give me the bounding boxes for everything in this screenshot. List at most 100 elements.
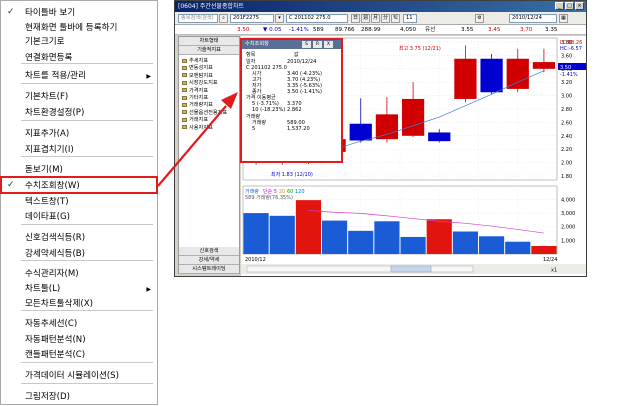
menu-item-23[interactable]: 그림저장(D) — [25, 392, 70, 402]
menu-item-5[interactable]: 차트를 적용/관리 — [25, 71, 86, 81]
price-value: 589 — [313, 27, 324, 33]
indicator-folder-item[interactable]: 가격지표 — [182, 88, 208, 94]
volume-bar — [479, 236, 505, 254]
folder-icon — [182, 58, 187, 63]
panel-bottom-button-2[interactable]: 강세/약세 — [179, 256, 239, 265]
popup-button-x[interactable]: X — [324, 41, 333, 48]
period-day-button[interactable]: 日 — [351, 14, 360, 23]
popup-row-label: 10 (-18.23%) — [252, 107, 286, 113]
indicator-folder-item[interactable]: 사용자지표 — [182, 125, 213, 131]
volume-bar — [295, 200, 321, 254]
menu-item-16[interactable]: 수식관리자(M) — [25, 269, 79, 279]
menu-item-13[interactable]: 데이타표(G) — [25, 212, 70, 222]
window-title: [0604] 주간선물종합차트 — [178, 3, 245, 10]
indicator-folder-item[interactable]: 선물옵션전용지표 — [182, 110, 227, 116]
menu-item-18[interactable]: 모든차트툴삭제(X) — [25, 299, 93, 309]
menu-item-8[interactable]: 지표추가(A) — [25, 129, 69, 139]
menu-item-14[interactable]: 신호검색식등(R) — [25, 233, 85, 243]
price-axis-label: 3.00 — [561, 94, 572, 100]
period-week-button[interactable]: 週 — [361, 14, 370, 23]
volume-bar — [426, 219, 452, 254]
value-lookup-window[interactable]: 수치조회창 SRX 항목 값 일자 2010/12/24 C 201102 275.0 시… — [240, 38, 343, 163]
price-value: ▼ 0.05 — [263, 27, 282, 33]
menu-item-2[interactable]: 현재화면 툴바에 등록하기 — [25, 23, 117, 33]
code-input[interactable]: 201F2275 — [230, 14, 274, 23]
candle-body — [480, 58, 503, 93]
price-value: 3.70 — [520, 27, 533, 33]
high-price-label: 최고 3.75 (12/21) — [399, 45, 441, 52]
menu-item-22[interactable]: 가격데이터 시뮬레이션(S) — [25, 371, 119, 381]
volume-bar — [322, 220, 348, 254]
indicator-folder-item[interactable]: 추세지표 — [182, 58, 208, 64]
volume-bar — [505, 241, 531, 254]
menu-item-10[interactable]: 돋보기(M) — [25, 165, 63, 175]
popup-button-r[interactable]: R — [313, 41, 322, 48]
popup-button-s[interactable]: S — [302, 41, 311, 48]
volume-bar — [452, 231, 478, 254]
indicator-folder-label: 기타지표 — [189, 95, 209, 101]
price-value: 4,050 — [400, 27, 417, 33]
indicator-folder-item[interactable]: 시장강도지표 — [182, 80, 218, 86]
price-value: -1.41% — [289, 27, 309, 33]
menu-item-21[interactable]: 캔들패턴분석(C) — [25, 350, 85, 360]
date-field[interactable]: 2010/12/24 — [509, 14, 557, 23]
volume-axis-label: 2,000 — [561, 225, 575, 231]
menu-item-9[interactable]: 지표겹치기(I) — [25, 145, 74, 155]
volume-bar — [374, 221, 400, 254]
search-icon[interactable]: ⌕ — [219, 14, 228, 23]
indicator-folder-label: 사용자지표 — [189, 124, 213, 131]
search-input[interactable]: 종목검색(검색) — [178, 14, 218, 23]
menu-item-12[interactable]: 텍스트창(T) — [25, 197, 69, 207]
folder-icon — [182, 125, 187, 130]
price-axis-label: 3.60 — [561, 53, 572, 59]
indicator-folder-item[interactable]: 거래지표 — [182, 117, 208, 123]
price-value: 3.50 — [237, 27, 250, 33]
contract-field[interactable]: C 201102 275.0 — [286, 14, 348, 23]
menu-item-19[interactable]: 자동추세선(C) — [25, 319, 77, 329]
maximize-button[interactable]: □ — [565, 2, 574, 10]
period-min-button[interactable]: 分 — [381, 14, 390, 23]
menu-item-3[interactable]: 기본크기로 — [25, 37, 65, 47]
calendar-icon[interactable]: ▦ — [559, 14, 568, 23]
settings-icon[interactable]: ⚙ — [475, 14, 484, 23]
minimize-button[interactable]: _ — [555, 2, 564, 10]
volume-legend-item: 단순 5 — [263, 188, 277, 195]
folder-icon — [182, 88, 187, 93]
menu-item-4[interactable]: 연결화면등록 — [25, 53, 72, 63]
right-axis-label: 3.50 — [560, 65, 571, 71]
indicator-folder-item[interactable]: 거래량지표 — [182, 102, 213, 108]
menu-item-15[interactable]: 강세약세식등(B) — [25, 249, 85, 259]
popup-row-value: 1,537.20 — [287, 126, 310, 132]
price-axis-label: 1.80 — [561, 174, 572, 180]
menu-item-17[interactable]: 차트툴(L) — [25, 284, 60, 294]
panel-bottom-button-3[interactable]: 시스템트레이딩 — [179, 265, 239, 274]
panel-tab-2[interactable]: 기술적지표 — [179, 46, 239, 55]
indicator-folder-label: 모멘텀지표 — [189, 72, 213, 79]
panel-bottom-button-1[interactable]: 신호검색 — [179, 247, 239, 256]
scroll-track — [246, 265, 474, 273]
menu-item-1[interactable]: 타이틀바 보기 — [25, 8, 75, 18]
indicator-folder-item[interactable]: 기타지표 — [182, 95, 208, 101]
indicator-folder-label: 거래지표 — [189, 117, 209, 124]
panel-tab-1[interactable]: 차트형태 — [179, 37, 239, 46]
popup-header-value: 값 — [294, 52, 299, 58]
menu-item-7[interactable]: 차트환경설정(P) — [25, 108, 84, 118]
volume-axis-label: 4,000 — [561, 197, 575, 203]
popup-header-item: 항목 — [246, 52, 256, 58]
dropdown-icon[interactable]: ▾ — [275, 14, 284, 23]
price-axis-label: 3.20 — [561, 80, 572, 86]
indicator-folder-label: 시장강도지표 — [189, 80, 218, 87]
period-count-input[interactable]: 11 — [403, 14, 417, 23]
close-button[interactable]: × — [575, 2, 584, 10]
menu-item-20[interactable]: 자동패턴분석(N) — [25, 335, 86, 345]
period-month-button[interactable]: 月 — [371, 14, 380, 23]
menu-item-6[interactable]: 기본차트(F) — [25, 92, 68, 102]
candle-body — [506, 58, 529, 89]
folder-icon — [182, 73, 187, 78]
indicator-folder-item[interactable]: 변동성지표 — [182, 65, 213, 71]
candle-body — [401, 98, 425, 136]
chart-window: [0604] 주간선물종합차트 _ □ × 종목검색(검색) ⌕ 201F227… — [174, 0, 587, 277]
right-axis-label: HC:-6.57 — [560, 46, 582, 52]
period-tick-button[interactable]: 틱 — [391, 14, 400, 23]
indicator-folder-item[interactable]: 모멘텀지표 — [182, 73, 213, 79]
